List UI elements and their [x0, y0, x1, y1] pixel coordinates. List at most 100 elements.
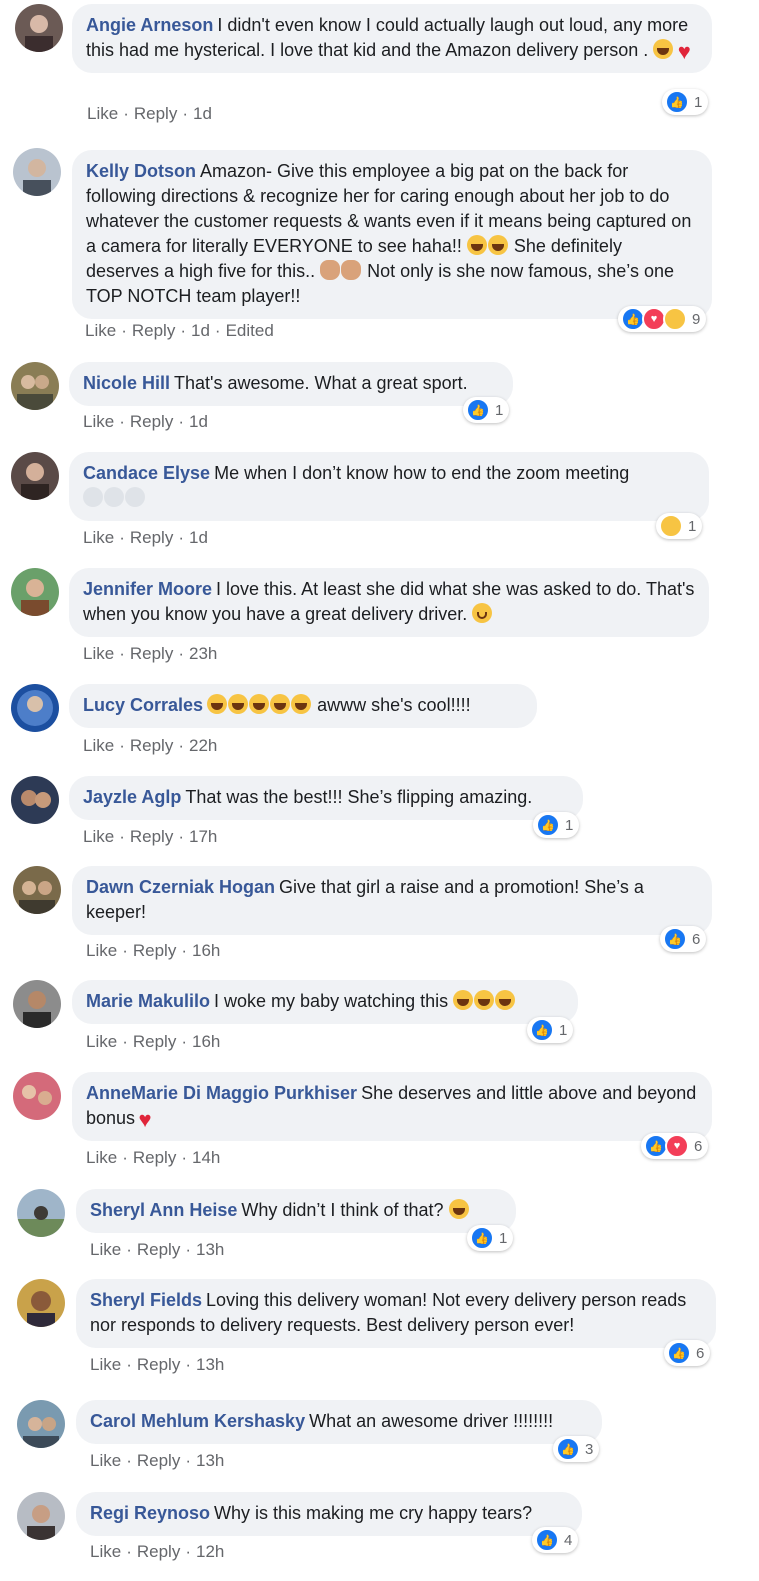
- avatar[interactable]: [13, 980, 61, 1028]
- reply-link[interactable]: Reply: [130, 528, 173, 547]
- avatar[interactable]: [11, 362, 59, 410]
- timestamp[interactable]: 22h: [189, 736, 217, 755]
- timestamp[interactable]: 23h: [189, 644, 217, 663]
- reply-link[interactable]: Reply: [133, 1032, 176, 1051]
- timestamp[interactable]: 17h: [189, 827, 217, 846]
- reaction-summary[interactable]: 👍 3: [553, 1436, 600, 1462]
- reaction-summary[interactable]: 👍 1: [463, 397, 510, 423]
- rofl-icon: [466, 235, 487, 255]
- comment-author[interactable]: Nicole Hill: [83, 373, 170, 393]
- timestamp[interactable]: 13h: [196, 1240, 224, 1259]
- comment-author[interactable]: Sheryl Ann Heise: [90, 1200, 237, 1220]
- avatar[interactable]: [13, 1072, 61, 1120]
- timestamp[interactable]: 1d: [191, 321, 210, 340]
- timestamp[interactable]: 16h: [192, 1032, 220, 1051]
- reaction-summary[interactable]: 👍 6: [660, 926, 707, 952]
- reply-link[interactable]: Reply: [130, 827, 173, 846]
- avatar[interactable]: [11, 776, 59, 824]
- comment-author[interactable]: Regi Reynoso: [90, 1503, 210, 1523]
- avatar[interactable]: [13, 148, 61, 196]
- avatar[interactable]: [17, 1400, 65, 1448]
- avatar[interactable]: [11, 684, 59, 732]
- timestamp[interactable]: 12h: [196, 1542, 224, 1561]
- reply-link[interactable]: Reply: [130, 736, 173, 755]
- reply-link[interactable]: Reply: [130, 644, 173, 663]
- reply-link[interactable]: Reply: [133, 1148, 176, 1167]
- reply-link[interactable]: Reply: [137, 1542, 180, 1561]
- like-link[interactable]: Like: [83, 644, 114, 663]
- reply-link[interactable]: Reply: [130, 412, 173, 431]
- like-link[interactable]: Like: [90, 1240, 121, 1259]
- comment-bubble: Lucy Corrales awww she's cool!!!!: [69, 684, 537, 728]
- like-link[interactable]: Like: [90, 1542, 121, 1561]
- avatar[interactable]: [13, 866, 61, 914]
- like-link[interactable]: Like: [83, 736, 114, 755]
- comment-bubble: Sheryl Ann Heise Why didn’t I think of th…: [76, 1189, 516, 1233]
- comment-author[interactable]: Lucy Corrales: [83, 695, 203, 715]
- like-link[interactable]: Like: [86, 1148, 117, 1167]
- reaction-summary[interactable]: 👍 ♥ 9: [618, 306, 707, 332]
- reply-link[interactable]: Reply: [137, 1240, 180, 1259]
- timestamp[interactable]: 1d: [193, 104, 212, 123]
- timestamp[interactable]: 14h: [192, 1148, 220, 1167]
- reaction-summary[interactable]: 👍 1: [467, 1225, 514, 1251]
- avatar[interactable]: [17, 1279, 65, 1327]
- comment-author[interactable]: Sheryl Fields: [90, 1290, 202, 1310]
- comment-author[interactable]: Angie Arneson: [86, 15, 213, 35]
- avatar[interactable]: [11, 452, 59, 500]
- like-link[interactable]: Like: [87, 104, 118, 123]
- avatar[interactable]: [11, 568, 59, 616]
- like-link[interactable]: Like: [90, 1451, 121, 1470]
- timestamp[interactable]: 13h: [196, 1451, 224, 1470]
- avatar[interactable]: [15, 4, 63, 52]
- comment-author[interactable]: AnneMarie Di Maggio Purkhiser: [86, 1083, 357, 1103]
- reaction-summary[interactable]: 👍 6: [664, 1340, 711, 1366]
- edited-label[interactable]: Edited: [226, 321, 274, 340]
- reaction-count: 3: [585, 1440, 594, 1458]
- reaction-summary[interactable]: 👍 4: [532, 1527, 579, 1553]
- comment-text: That's awesome. What a great sport.: [174, 373, 468, 393]
- reaction-count: 6: [694, 1137, 703, 1155]
- like-link[interactable]: Like: [85, 321, 116, 340]
- comment-author[interactable]: Jayzle Aglp: [83, 787, 181, 807]
- reaction-summary[interactable]: 1: [656, 513, 703, 539]
- comment-actions: Like · Reply · 1d · Edited: [85, 321, 274, 340]
- like-reaction-icon: 👍: [530, 1018, 554, 1042]
- reaction-count: 1: [688, 517, 697, 535]
- reaction-summary[interactable]: 👍 1: [533, 812, 580, 838]
- comment-author[interactable]: Carol Mehlum Kershasky: [90, 1411, 305, 1431]
- reply-link[interactable]: Reply: [137, 1355, 180, 1374]
- heart-icon: ♥: [677, 39, 691, 64]
- timestamp[interactable]: 13h: [196, 1355, 224, 1374]
- like-link[interactable]: Like: [83, 827, 114, 846]
- heart-icon: ♥: [138, 1107, 152, 1132]
- like-link[interactable]: Like: [86, 1032, 117, 1051]
- reaction-summary[interactable]: 👍 1: [527, 1017, 574, 1043]
- comment-text: Me when I don’t know how to end the zoom…: [214, 463, 630, 483]
- comment-author[interactable]: Candace Elyse: [83, 463, 210, 483]
- like-link[interactable]: Like: [86, 941, 117, 960]
- comment-author[interactable]: Jennifer Moore: [83, 579, 212, 599]
- comment-text: That was the best!!! She’s flipping amaz…: [185, 787, 533, 807]
- reaction-count: 4: [564, 1531, 573, 1549]
- reaction-summary[interactable]: 👍 1: [662, 89, 709, 115]
- like-link[interactable]: Like: [83, 528, 114, 547]
- reply-link[interactable]: Reply: [134, 104, 177, 123]
- avatar[interactable]: [17, 1189, 65, 1237]
- comment-author[interactable]: Marie Makulilo: [86, 991, 210, 1011]
- reply-link[interactable]: Reply: [133, 941, 176, 960]
- comment-author[interactable]: Dawn Czerniak Hogan: [86, 877, 275, 897]
- dizzy-face-icon: [104, 487, 124, 507]
- timestamp[interactable]: 1d: [189, 528, 208, 547]
- reply-link[interactable]: Reply: [137, 1451, 180, 1470]
- comment-author[interactable]: Kelly Dotson: [86, 161, 196, 181]
- raised-hand-icon: [341, 260, 362, 280]
- avatar[interactable]: [17, 1492, 65, 1540]
- timestamp[interactable]: 16h: [192, 941, 220, 960]
- like-link[interactable]: Like: [90, 1355, 121, 1374]
- reaction-summary[interactable]: 👍 ♥ 6: [641, 1133, 709, 1159]
- reply-link[interactable]: Reply: [132, 321, 175, 340]
- timestamp[interactable]: 1d: [189, 412, 208, 431]
- like-link[interactable]: Like: [83, 412, 114, 431]
- comment-bubble: Jayzle Aglp That was the best!!! She’s fl…: [69, 776, 583, 820]
